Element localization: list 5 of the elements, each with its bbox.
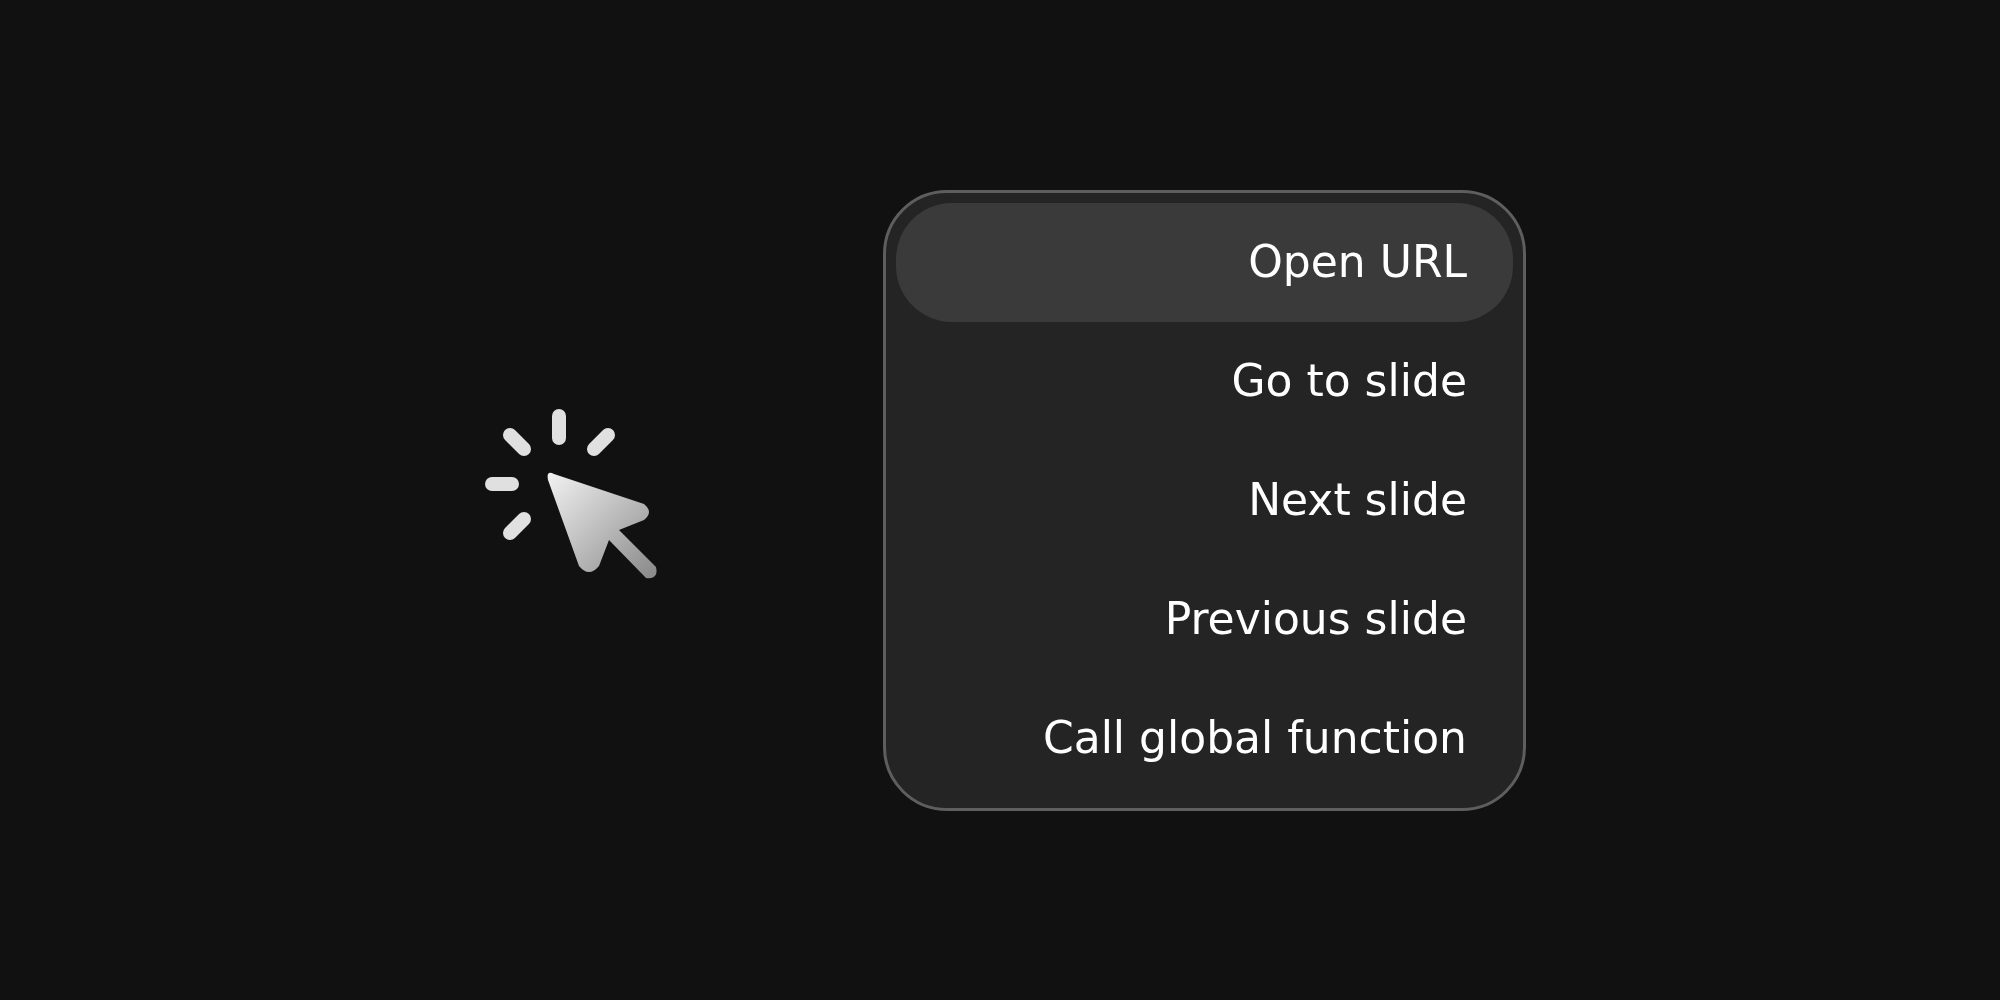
menu-item[interactable]: Call global function	[896, 678, 1513, 798]
menu-item[interactable]: Previous slide	[896, 559, 1513, 679]
menu-item[interactable]: Next slide	[896, 440, 1513, 560]
menu-item[interactable]: Open URL	[896, 202, 1513, 322]
menu-item[interactable]: Go to slide	[896, 321, 1513, 441]
